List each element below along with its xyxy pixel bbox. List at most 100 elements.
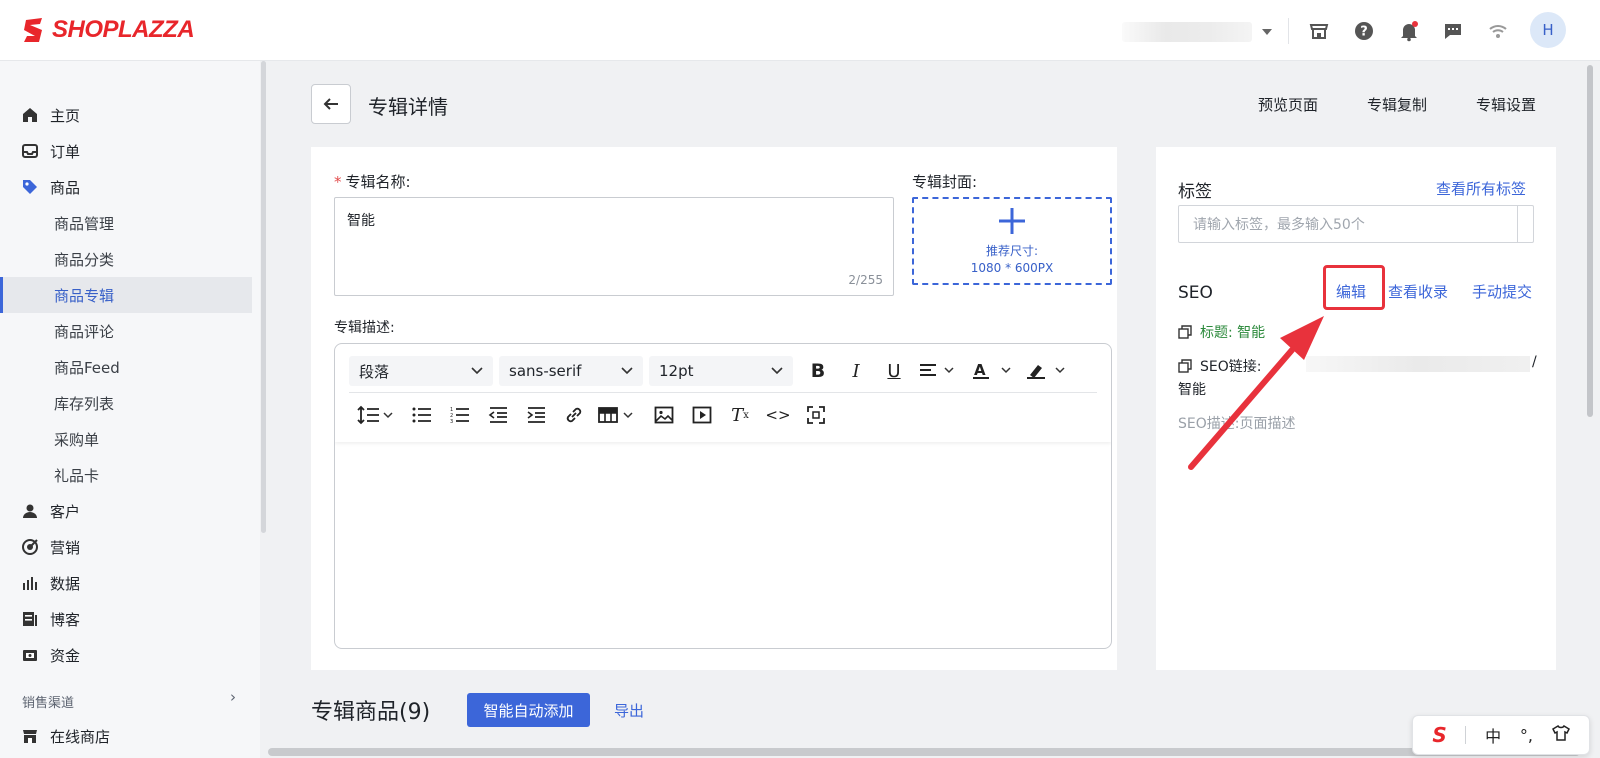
chart-icon	[20, 573, 40, 593]
fullscreen-icon[interactable]	[803, 402, 829, 428]
svg-text:3: 3	[450, 419, 453, 424]
sidebar-subitem-gift-card[interactable]: 礼品卡	[0, 457, 252, 493]
brand-logo[interactable]: SHOPLAZZA	[22, 16, 195, 44]
font-color-icon[interactable]: A	[971, 358, 1017, 384]
view-index-link[interactable]: 查看收录	[1388, 281, 1448, 302]
sidebar-subitem-product-reviews[interactable]: 商品评论	[0, 313, 252, 349]
store-icon[interactable]	[1307, 19, 1331, 43]
collection-name-input[interactable]: 智能 2/255	[334, 197, 894, 296]
main-scrollbar[interactable]	[1584, 61, 1596, 758]
collection-products-title: 专辑商品(9)	[311, 700, 431, 725]
ime-mode-toggle[interactable]: 中	[1485, 723, 1501, 747]
skin-icon[interactable]	[1551, 724, 1570, 745]
marketing-icon	[20, 537, 40, 557]
editor-toolbar: 段落 sans-serif 12pt B I U A 1 2 3 T x <>	[335, 344, 1111, 442]
plus-icon	[997, 206, 1027, 239]
manual-submit-link[interactable]: 手动提交	[1472, 281, 1532, 302]
sidebar-subitem-product-management[interactable]: 商品管理	[0, 205, 252, 241]
sidebar-subitem-purchase-order[interactable]: 采购单	[0, 421, 252, 457]
chevron-down-icon	[771, 367, 783, 375]
sidebar-subitem-product-category[interactable]: 商品分类	[0, 241, 252, 277]
sales-channel-label: 销售渠道	[22, 696, 75, 711]
top-bar: SHOPLAZZA ? H	[0, 0, 1600, 61]
avatar[interactable]: H	[1530, 12, 1566, 48]
italic-icon[interactable]: I	[843, 358, 869, 384]
user-icon	[20, 501, 40, 521]
wifi-icon[interactable]	[1486, 19, 1510, 43]
cover-size-hint: 推荐尺寸: 1080 * 600PX	[970, 243, 1054, 275]
collection-cover-label: 专辑封面:	[912, 173, 978, 191]
bullet-list-icon[interactable]	[409, 402, 435, 428]
annotation-highlight-box	[1323, 265, 1385, 310]
sidebar-item-orders[interactable]: 订单	[0, 133, 252, 169]
sidebar-subitem-inventory[interactable]: 库存列表	[0, 385, 252, 421]
tag-input-addon	[1517, 206, 1533, 242]
collection-settings-button[interactable]: 专辑设置	[1476, 94, 1536, 115]
bell-icon[interactable]	[1397, 19, 1421, 43]
sidebar-item-online-store[interactable]: 在线商店	[0, 718, 252, 754]
sidebar-item-products[interactable]: 商品	[0, 169, 252, 205]
preview-page-button[interactable]: 预览页面	[1258, 94, 1318, 115]
sidebar-item-finance[interactable]: 资金	[0, 637, 252, 673]
cover-upload-box[interactable]: 推荐尺寸: 1080 * 600PX	[912, 197, 1112, 285]
annotation-arrow-icon	[1188, 316, 1324, 470]
sidebar-item-marketing[interactable]: 营销	[0, 529, 252, 565]
wallet-icon	[20, 645, 40, 665]
sidebar-item-label: 数据	[50, 574, 81, 593]
auto-add-button[interactable]: 智能自动添加	[467, 693, 590, 727]
ime-toolbar[interactable]: S 中 °,	[1412, 715, 1590, 755]
paragraph-select[interactable]: 段落	[349, 356, 493, 386]
collection-description-label: 专辑描述:	[334, 320, 395, 336]
font-size-select[interactable]: 12pt	[649, 356, 793, 386]
line-height-icon[interactable]	[357, 402, 397, 428]
clear-format-icon[interactable]: Tx	[727, 402, 753, 428]
page-title: 专辑详情	[368, 95, 448, 119]
code-icon[interactable]: <>	[765, 402, 791, 428]
sidebar-item-customers[interactable]: 客户	[0, 493, 252, 529]
sidebar-item-data[interactable]: 数据	[0, 565, 252, 601]
tag-icon	[20, 177, 40, 197]
required-mark: *	[334, 173, 342, 191]
sidebar-item-blog[interactable]: 博客	[0, 601, 252, 637]
horizontal-scrollbar[interactable]	[268, 748, 1580, 756]
store-icon	[20, 726, 40, 746]
sidebar-item-home[interactable]: 主页	[0, 97, 252, 133]
seo-url-tail: /	[1532, 354, 1537, 370]
sidebar-item-label: 客户	[50, 502, 81, 521]
font-family-select[interactable]: sans-serif	[499, 356, 643, 386]
indent-icon[interactable]	[523, 402, 549, 428]
link-icon[interactable]	[561, 402, 587, 428]
store-selector[interactable]	[1082, 20, 1272, 44]
scrollbar-thumb[interactable]	[1587, 65, 1593, 417]
divider	[1465, 726, 1467, 744]
table-icon[interactable]	[597, 402, 639, 428]
image-icon[interactable]	[651, 402, 677, 428]
sogou-icon[interactable]: S	[1432, 723, 1446, 747]
sidebar-item-label: 订单	[50, 142, 81, 161]
underline-icon[interactable]: U	[881, 358, 907, 384]
blog-icon	[20, 609, 40, 629]
help-icon[interactable]: ?	[1352, 19, 1376, 43]
ime-punct-toggle[interactable]: °,	[1520, 726, 1533, 745]
message-icon[interactable]	[1441, 19, 1465, 43]
duplicate-collection-button[interactable]: 专辑复制	[1367, 94, 1427, 115]
numbered-list-icon[interactable]: 123	[447, 402, 473, 428]
sidebar-subitem-product-collection[interactable]: 商品专辑	[0, 277, 252, 313]
chevron-right-icon[interactable]: ›	[230, 688, 236, 706]
export-link[interactable]: 导出	[614, 700, 644, 721]
tag-input[interactable]: 请输入标签，最多输入50个	[1178, 205, 1534, 243]
divider	[1288, 18, 1289, 44]
highlight-color-icon[interactable]	[1025, 358, 1071, 384]
sidebar-item-label: 在线商店	[50, 727, 111, 746]
view-all-tags-link[interactable]: 查看所有标签	[1436, 178, 1526, 199]
outdent-icon[interactable]	[485, 402, 511, 428]
rich-text-editor[interactable]: 段落 sans-serif 12pt B I U A 1 2 3 T x <>	[334, 343, 1112, 649]
sidebar-scrollbar[interactable]	[261, 61, 266, 533]
sidebar-item-label: 商品	[50, 178, 81, 197]
sidebar-subitem-product-feed[interactable]: 商品Feed	[0, 349, 252, 385]
svg-text:A: A	[974, 361, 986, 379]
video-icon[interactable]	[689, 402, 715, 428]
bold-icon[interactable]: B	[805, 358, 831, 384]
back-button[interactable]	[311, 84, 351, 124]
align-icon[interactable]	[917, 358, 959, 384]
